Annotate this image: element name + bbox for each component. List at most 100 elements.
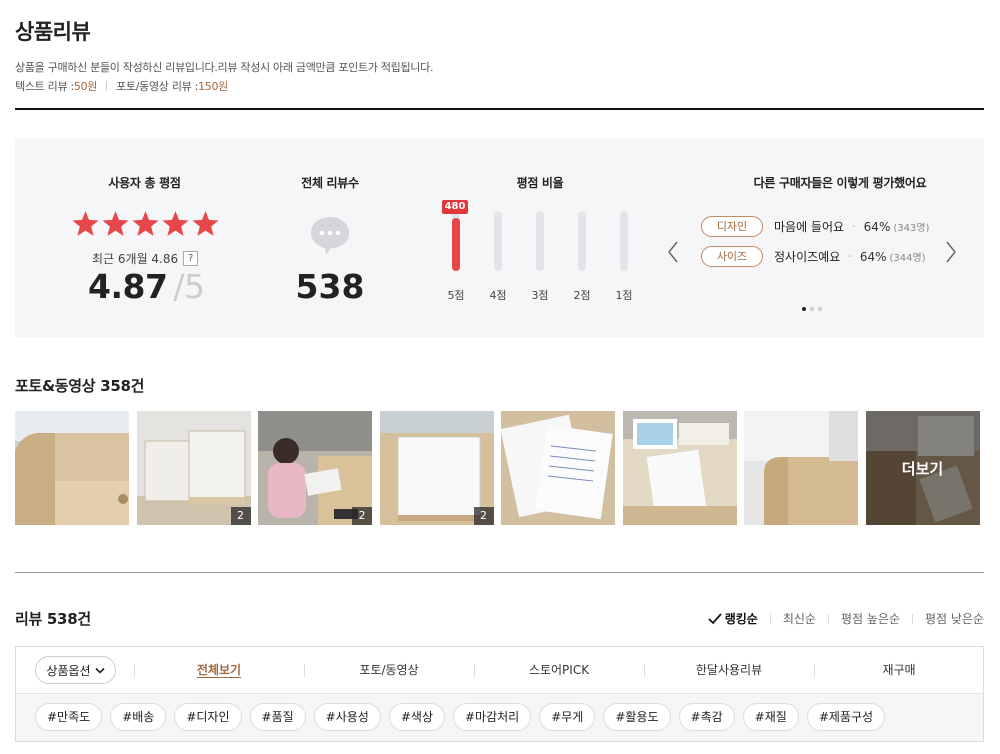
total-reviews-heading: 전체 리뷰수	[301, 176, 359, 190]
hashtag-chip[interactable]: #마감처리	[452, 703, 532, 731]
others-evaluation-heading: 다른 구매자들은 이렇게 평가했어요	[753, 176, 927, 190]
sort-2[interactable]: 평점 높은순	[841, 610, 900, 627]
photo-image	[622, 411, 737, 525]
hashtag-chip[interactable]: #촉감	[678, 703, 735, 731]
check-icon	[708, 612, 722, 624]
photo-image	[15, 411, 129, 525]
carousel-dot[interactable]	[802, 307, 806, 311]
text-review-amount: 50원	[73, 80, 98, 93]
chevron-down-icon	[95, 667, 105, 674]
chevron-left-icon[interactable]	[665, 239, 681, 265]
evaluation-row: 사이즈 정사이즈예요 -64% (344명)	[701, 246, 926, 267]
sort-label: 평점 낮은순	[924, 612, 984, 626]
photo-thumbnail[interactable]: 더보기	[865, 411, 980, 525]
sort-divider	[769, 613, 771, 624]
photo-thumbnail[interactable]	[622, 411, 737, 525]
photo-thumbnail[interactable]: 2	[379, 411, 494, 525]
header-divider	[15, 108, 984, 110]
evaluation-count: (344명)	[889, 253, 926, 264]
evaluation-percent: 64%	[859, 249, 887, 264]
chevron-right-icon[interactable]	[943, 239, 959, 265]
total-rating-heading: 사용자 총 평점	[108, 176, 181, 190]
carousel-dot[interactable]	[810, 307, 814, 311]
photo-section-title: 포토&동영상 358건	[15, 377, 145, 395]
bar-track	[494, 211, 502, 271]
photo-count-badge: 2	[473, 507, 494, 525]
star-icon	[192, 211, 219, 236]
sort-label: 평점 높은순	[840, 612, 900, 626]
hashtag-chip[interactable]: #품질	[249, 703, 306, 731]
bar-label: 2점	[573, 289, 591, 302]
help-icon[interactable]: ?	[183, 251, 199, 266]
evaluation-percent: 64%	[863, 219, 891, 234]
more-photos-button[interactable]: 더보기	[865, 411, 980, 525]
hashtag-chip[interactable]: #만족도	[35, 703, 103, 731]
star-icon	[72, 211, 99, 236]
sort-1[interactable]: 최신순	[783, 610, 816, 627]
filter-tabs: 상품옵션 전체보기 포토/동영상 스토어PICK 한달사용리뷰 재구매	[16, 647, 983, 694]
sort-0[interactable]: 랭킹순	[708, 610, 758, 627]
rating-summary: 사용자 총 평점 최근 6개월 4.86 ? 4.87 / 5 전체 리뷰수 5…	[15, 139, 984, 337]
photo-strip: 2 2 2 더보기	[15, 411, 984, 525]
tab-4[interactable]: 재구매	[814, 647, 984, 694]
photo-thumbnail[interactable]	[744, 411, 858, 525]
bar-fill	[452, 217, 460, 271]
hashtag-chip[interactable]: #재질	[742, 703, 799, 731]
hashtag-chip[interactable]: #사용성	[313, 703, 381, 731]
evaluation-dash: -	[848, 251, 852, 262]
sort-label: 최신순	[782, 612, 816, 626]
hashtag-chip[interactable]: #활용도	[603, 703, 671, 731]
star-icon	[162, 211, 189, 236]
bar-label: 5점	[447, 289, 465, 302]
evaluation-count: (343명)	[893, 223, 930, 234]
sort-options: 랭킹순 최신순 평점 높은순 평점 낮은순	[708, 610, 984, 627]
carousel-dot[interactable]	[818, 307, 822, 311]
page-title: 상품리뷰	[15, 20, 91, 44]
tab-3[interactable]: 한달사용리뷰	[644, 647, 814, 694]
evaluation-tag: 사이즈	[701, 246, 763, 267]
star-rating	[71, 210, 220, 238]
point-info: 텍스트 리뷰 : 50원 포토/동영상 리뷰 : 150원	[15, 78, 228, 94]
photo-thumbnail[interactable]: 2	[136, 411, 251, 525]
rating-distribution: 480 5점 4점 3점 2점 1점	[441, 199, 641, 302]
rating-ratio-heading: 평점 비율	[516, 176, 564, 190]
recent-rating: 최근 6개월 4.86 ?	[92, 250, 199, 267]
sort-3[interactable]: 평점 낮은순	[925, 610, 984, 627]
hashtag-chip[interactable]: #무게	[539, 703, 596, 731]
score-slash: /	[173, 267, 185, 306]
product-option-label: 상품옵션	[46, 663, 91, 678]
tab-0[interactable]: 전체보기	[134, 647, 304, 694]
section-divider	[15, 572, 984, 573]
bar-label: 4점	[489, 289, 507, 302]
photo-thumbnail[interactable]: 2	[258, 411, 372, 525]
review-count-title: 리뷰 538건	[15, 610, 91, 628]
evaluation-text: 정사이즈예요	[774, 250, 841, 264]
hashtag-chip[interactable]: #제품구성	[806, 703, 886, 731]
photo-count-badge: 2	[352, 507, 372, 525]
evaluation-tag: 디자인	[701, 216, 763, 237]
star-icon	[132, 211, 159, 236]
photo-thumbnail[interactable]	[15, 411, 129, 525]
review-description: 상품을 구매하신 분들이 작성하신 리뷰입니다.리뷰 작성시 아래 금액만큼 포…	[15, 61, 434, 74]
score-value: 4.87	[88, 267, 168, 306]
bar-track	[620, 211, 628, 271]
carousel-dots	[802, 307, 822, 311]
photo-thumbnail[interactable]	[501, 411, 615, 525]
bar-label: 1점	[615, 289, 633, 302]
evaluation-row: 디자인 마음에 들어요 -64% (343명)	[701, 216, 929, 237]
evaluation-text: 마음에 들어요	[774, 220, 845, 234]
photo-review-amount: 150원	[198, 80, 228, 93]
tab-2[interactable]: 스토어PICK	[474, 647, 644, 694]
star-icon	[102, 211, 129, 236]
bar-count-badge: 480	[442, 199, 468, 214]
bar-label: 3점	[531, 289, 549, 302]
evaluation-dash: -	[852, 221, 856, 232]
hashtag-chip[interactable]: #디자인	[174, 703, 242, 731]
hashtag-row: #만족도 #배송 #디자인 #품질 #사용성 #색상 #마감처리 #무게 #활용도 #촉감 #재질 #…	[16, 694, 983, 741]
tab-1[interactable]: 포토/동영상	[304, 647, 474, 694]
total-review-count: 538	[295, 267, 365, 306]
hashtag-chip[interactable]: #배송	[110, 703, 167, 731]
product-option-dropdown[interactable]: 상품옵션	[35, 656, 116, 684]
hashtag-chip[interactable]: #색상	[388, 703, 445, 731]
hashtag-list: #만족도 #배송 #디자인 #품질 #사용성 #색상 #마감처리 #무게 #활용도 #촉감 #재질 #…	[35, 703, 886, 731]
